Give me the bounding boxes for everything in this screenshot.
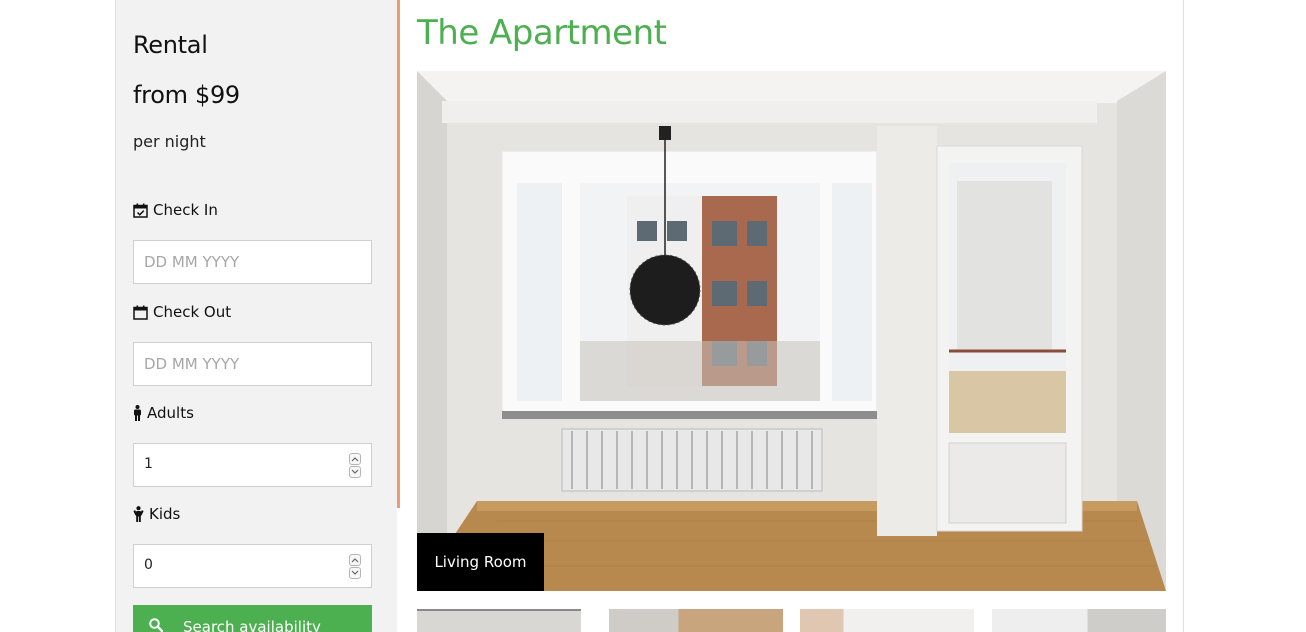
calendar-icon [133, 305, 148, 320]
gallery-thumbnail-1[interactable] [417, 609, 581, 632]
kids-label-text: Kids [149, 505, 181, 523]
page-title: The Apartment [417, 13, 667, 53]
search-availability-button[interactable]: Search availability [133, 605, 372, 632]
sidebar-accent-bar [397, 0, 400, 508]
chevron-up-icon [351, 558, 359, 563]
adults-increment-button[interactable] [349, 453, 361, 465]
check-in-label: Check In [133, 201, 218, 219]
chevron-up-icon [351, 457, 359, 462]
kids-spinner [349, 554, 361, 579]
kids-decrement-button[interactable] [349, 567, 361, 579]
check-out-input[interactable] [133, 342, 372, 386]
calendar-check-icon [133, 203, 148, 218]
gallery-thumbnail-2[interactable] [609, 609, 783, 632]
gallery-main-photo[interactable]: Living Room [417, 71, 1166, 591]
photo-caption: Living Room [417, 533, 544, 591]
male-icon [133, 405, 142, 421]
search-icon [149, 618, 164, 632]
adults-value[interactable]: 1 [144, 456, 153, 472]
price-label: Rental [133, 31, 208, 59]
kids-label: Kids [133, 505, 180, 523]
chevron-down-icon [351, 469, 359, 474]
kids-stepper[interactable]: 0 [133, 544, 372, 588]
search-button-label: Search availability [183, 618, 321, 632]
price-unit: per night [133, 132, 206, 151]
adults-decrement-button[interactable] [349, 466, 361, 478]
check-out-label-text: Check Out [153, 303, 232, 321]
gallery-thumbnail-3[interactable] [800, 609, 974, 632]
check-in-input[interactable] [133, 240, 372, 284]
adults-spinner [349, 453, 361, 478]
price-value: from $99 [133, 81, 240, 109]
kids-increment-button[interactable] [349, 554, 361, 566]
adults-label-text: Adults [147, 404, 194, 422]
chevron-down-icon [351, 570, 359, 575]
adults-stepper[interactable]: 1 [133, 443, 372, 487]
check-in-label-text: Check In [153, 201, 218, 219]
child-icon [133, 506, 144, 522]
check-out-label: Check Out [133, 303, 231, 321]
kids-value[interactable]: 0 [144, 557, 153, 573]
adults-label: Adults [133, 404, 194, 422]
living-room-photo [417, 71, 1166, 591]
gallery-thumbnail-4[interactable] [992, 609, 1166, 632]
